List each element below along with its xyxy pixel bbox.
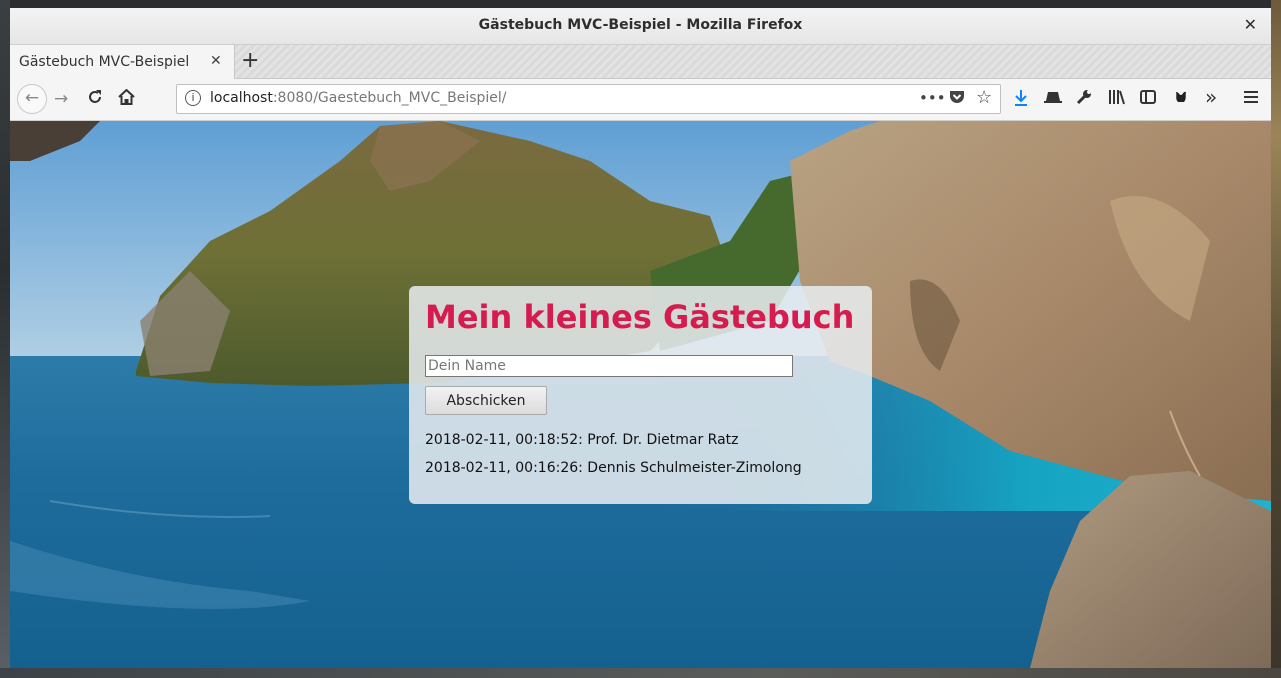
url-path: :8080/Gaestebuch_MVC_Beispiel/ — [272, 90, 507, 106]
desktop-background-right — [1271, 0, 1281, 678]
window-title: Gästebuch MVC-Beispiel - Mozilla Firefox — [478, 17, 803, 33]
desktop-background-left — [0, 0, 10, 678]
back-icon[interactable]: ← — [17, 84, 47, 114]
info-icon[interactable]: i — [185, 90, 201, 106]
name-input[interactable] — [425, 355, 793, 377]
hat-icon[interactable] — [1044, 89, 1062, 109]
sidebar-icon[interactable] — [1140, 89, 1156, 110]
menu-icon[interactable] — [1244, 89, 1258, 109]
guestbook-entry: 2018-02-11, 00:18:52: Prof. Dr. Dietmar … — [425, 432, 739, 448]
home-icon[interactable] — [118, 88, 135, 110]
bookmark-star-icon[interactable]: ☆ — [976, 87, 992, 108]
pocket-icon[interactable] — [949, 89, 965, 109]
tab-label: Gästebuch MVC-Beispiel — [19, 54, 190, 70]
url-text[interactable]: localhost:8080/Gaestebuch_MVC_Beispiel/ — [210, 90, 507, 106]
page-title: Mein kleines Gästebuch — [425, 298, 855, 336]
browser-window: Gästebuch MVC-Beispiel - Mozilla Firefox… — [10, 8, 1271, 668]
overflow-icon[interactable]: » — [1205, 87, 1217, 107]
forward-icon[interactable]: → — [54, 89, 68, 109]
more-icon[interactable]: ••• — [919, 89, 946, 107]
page-viewport: Mein kleines Gästebuch Abschicken 2018-0… — [10, 121, 1271, 668]
reload-icon[interactable] — [87, 89, 103, 110]
window-titlebar[interactable]: Gästebuch MVC-Beispiel - Mozilla Firefox… — [10, 8, 1271, 45]
wrench-icon[interactable] — [1076, 89, 1092, 110]
desktop-background-bottom — [0, 668, 1281, 678]
addon-icon[interactable] — [1173, 89, 1189, 110]
library-icon[interactable] — [1108, 89, 1126, 110]
window-close-icon[interactable]: ✕ — [1244, 15, 1257, 34]
guestbook-card: Mein kleines Gästebuch Abschicken 2018-0… — [409, 286, 872, 504]
downloads-icon[interactable] — [1013, 89, 1029, 112]
new-tab-icon[interactable]: + — [241, 48, 259, 73]
tab-gaestebuch[interactable]: Gästebuch MVC-Beispiel ✕ — [10, 45, 235, 79]
navigation-toolbar: ← → i localhost:8080/Gaestebuch_MVC_Beis… — [10, 79, 1271, 121]
tab-close-icon[interactable]: ✕ — [210, 53, 222, 69]
url-host: localhost — [210, 90, 273, 106]
guestbook-entry: 2018-02-11, 00:16:26: Dennis Schulmeiste… — [425, 460, 802, 476]
url-bar[interactable]: i localhost:8080/Gaestebuch_MVC_Beispiel… — [176, 84, 1001, 114]
tab-strip: Gästebuch MVC-Beispiel ✕ + — [10, 45, 1271, 79]
submit-button[interactable]: Abschicken — [425, 386, 547, 415]
